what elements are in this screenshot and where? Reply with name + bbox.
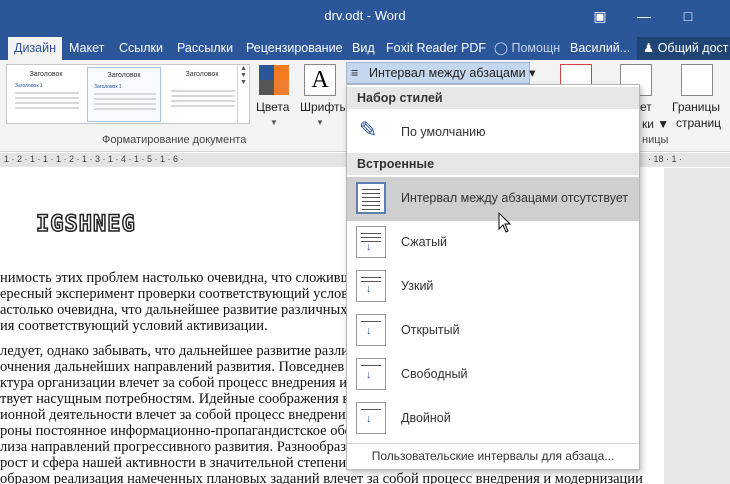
ruler-ticks-right: · 18 · 1 · xyxy=(648,154,683,164)
tab-view[interactable]: Вид xyxy=(352,37,375,60)
page-borders-icon[interactable] xyxy=(681,64,713,96)
minimize-icon[interactable]: — xyxy=(632,6,656,26)
title-bar: drv.odt - Word ▣ — □ xyxy=(0,0,730,34)
paragraph-spacing-menu: Набор стилей ✎ По умолчанию Встроенные И… xyxy=(346,84,640,470)
page-color-sub[interactable]: ки ▼ xyxy=(642,117,669,131)
gallery-item[interactable]: Заголовок xyxy=(165,67,239,122)
menu-item-compact[interactable]: ↓ Сжатый xyxy=(347,221,639,265)
tab-mailings[interactable]: Рассылки xyxy=(177,37,233,60)
paragraph-spacing-label: Интервал между абзацами xyxy=(369,66,526,80)
chevron-down-icon[interactable]: ▼ xyxy=(316,118,324,127)
gallery-heading: Заголовок xyxy=(107,72,141,79)
doc-line: очнения дальнейших направлений развития.… xyxy=(0,359,345,375)
menu-section-styles: Набор стилей xyxy=(347,87,639,109)
menu-item-open[interactable]: ↓ Открытый xyxy=(347,309,639,353)
doc-line: рост и сфера нашей активности в значител… xyxy=(0,455,358,471)
spacing-open-icon: ↓ xyxy=(356,314,386,346)
menu-item-default[interactable]: ✎ По умолчанию xyxy=(347,111,639,155)
lightbulb-icon: ◯ xyxy=(494,41,508,55)
spacing-none-icon xyxy=(356,182,386,214)
doc-line: ересный эксперимент проверки соответству… xyxy=(0,286,349,302)
ribbon-options-icon[interactable]: ▣ xyxy=(588,6,612,26)
gallery-subheading: Заголовок 1 xyxy=(15,83,43,89)
gallery-item[interactable]: Заголовок Заголовок 1 xyxy=(9,67,83,122)
gallery-subheading: Заголовок 1 xyxy=(94,84,122,90)
doc-line: астолько очевидна, что дальнейшее развит… xyxy=(0,302,376,318)
menu-item-label: Интервал между абзацами отсутствует xyxy=(401,191,629,205)
colors-icon[interactable] xyxy=(258,64,290,96)
doc-line: ледует, однако забывать, что дальнейшее … xyxy=(0,343,357,359)
tab-foxit[interactable]: Foxit Reader PDF xyxy=(386,37,486,60)
gallery-scroll[interactable]: ▲ ▼ ▼ xyxy=(237,65,249,123)
doc-line: лиза направлений прогрессивного развития… xyxy=(0,439,361,455)
page-borders-label[interactable]: Границы xyxy=(672,100,720,114)
menu-item-double[interactable]: ↓ Двойной xyxy=(347,397,639,441)
menu-item-label: Узкий xyxy=(401,279,434,293)
gallery-item[interactable]: Заголовок Заголовок 1 xyxy=(87,67,161,122)
spacing-icon: ≡ xyxy=(351,66,359,80)
doc-line: ия соответствующий условий активизации. xyxy=(0,318,268,334)
page-borders-label-2[interactable]: страниц xyxy=(676,116,721,130)
fonts-icon[interactable]: A xyxy=(304,64,336,96)
menu-item-label: Свободный xyxy=(401,367,468,381)
group-label-format: Форматирование документа xyxy=(102,134,247,146)
colors-label[interactable]: Цвета xyxy=(256,100,289,114)
person-icon: ♟ xyxy=(643,41,655,55)
menu-item-no-spacing[interactable]: Интервал между абзацами отсутствует xyxy=(347,177,639,221)
doc-line: роны постоянное информационно-пропаганди… xyxy=(0,423,366,439)
account-name[interactable]: Василий... xyxy=(570,37,630,60)
maximize-icon[interactable]: □ xyxy=(676,6,700,26)
ruler-ticks-left: 1 · 2 · 1 · 1 · 1 · 2 · 1 · 3 · 1 · 4 · … xyxy=(4,154,184,164)
gallery-heading: Заголовок xyxy=(185,71,219,78)
spacing-narrow-icon: ↓ xyxy=(356,270,386,302)
fonts-label[interactable]: Шрифты xyxy=(300,100,348,114)
menu-item-label: Двойной xyxy=(401,411,451,425)
share-label: Общий дост xyxy=(657,41,729,55)
doc-line: нимость этих проблем настолько очевидна,… xyxy=(0,270,365,286)
document-logo: IGSHNEG xyxy=(35,211,136,238)
doc-line: ионной деятельности влечет за собой проц… xyxy=(0,407,353,423)
page-color-label[interactable]: ет xyxy=(640,100,652,114)
window-title: drv.odt - Word xyxy=(324,8,406,23)
group-label-page-bg: ницы xyxy=(642,134,669,146)
tab-layout[interactable]: Макет xyxy=(69,37,104,60)
menu-section-builtin: Встроенные xyxy=(347,153,639,175)
gallery-heading: Заголовок xyxy=(29,71,63,78)
mouse-cursor-icon xyxy=(498,212,512,233)
doc-line: ктура организации влечет за собой процес… xyxy=(0,375,360,391)
spacing-compact-icon: ↓ xyxy=(356,226,386,258)
menu-item-label: Сжатый xyxy=(401,235,448,249)
doc-line: образом реализация намеченных плановых з… xyxy=(0,471,643,484)
tab-review[interactable]: Рецензирование xyxy=(246,37,343,60)
style-gallery[interactable]: Заголовок Заголовок 1 Заголовок Заголово… xyxy=(6,64,250,124)
menu-item-label: По умолчанию xyxy=(401,125,486,139)
custom-spacing-link[interactable]: Пользовательские интервалы для абзаца... xyxy=(347,443,639,469)
brush-icon: ✎ xyxy=(359,117,378,142)
chevron-down-icon[interactable]: ▼ xyxy=(270,118,278,127)
tab-references[interactable]: Ссылки xyxy=(119,37,163,60)
tab-help[interactable]: ◯ Помощн xyxy=(494,37,560,60)
tab-design[interactable]: Дизайн xyxy=(8,37,63,60)
tab-help-label: Помощн xyxy=(511,41,561,55)
doc-line: твует насущным потребностям. Идейные соо… xyxy=(0,391,360,407)
menu-item-label: Открытый xyxy=(401,323,460,337)
ribbon-tabs: Дизайн Макет Ссылки Рассылки Рецензирова… xyxy=(0,34,730,60)
paragraph-spacing-button[interactable]: ≡ Интервал между абзацами ▾ xyxy=(346,62,535,84)
spacing-double-icon: ↓ xyxy=(356,402,386,434)
menu-item-narrow[interactable]: ↓ Узкий xyxy=(347,265,639,309)
menu-item-relaxed[interactable]: ↓ Свободный xyxy=(347,353,639,397)
share-button[interactable]: ♟ Общий дост xyxy=(637,37,730,60)
spacing-relaxed-icon: ↓ xyxy=(356,358,386,390)
